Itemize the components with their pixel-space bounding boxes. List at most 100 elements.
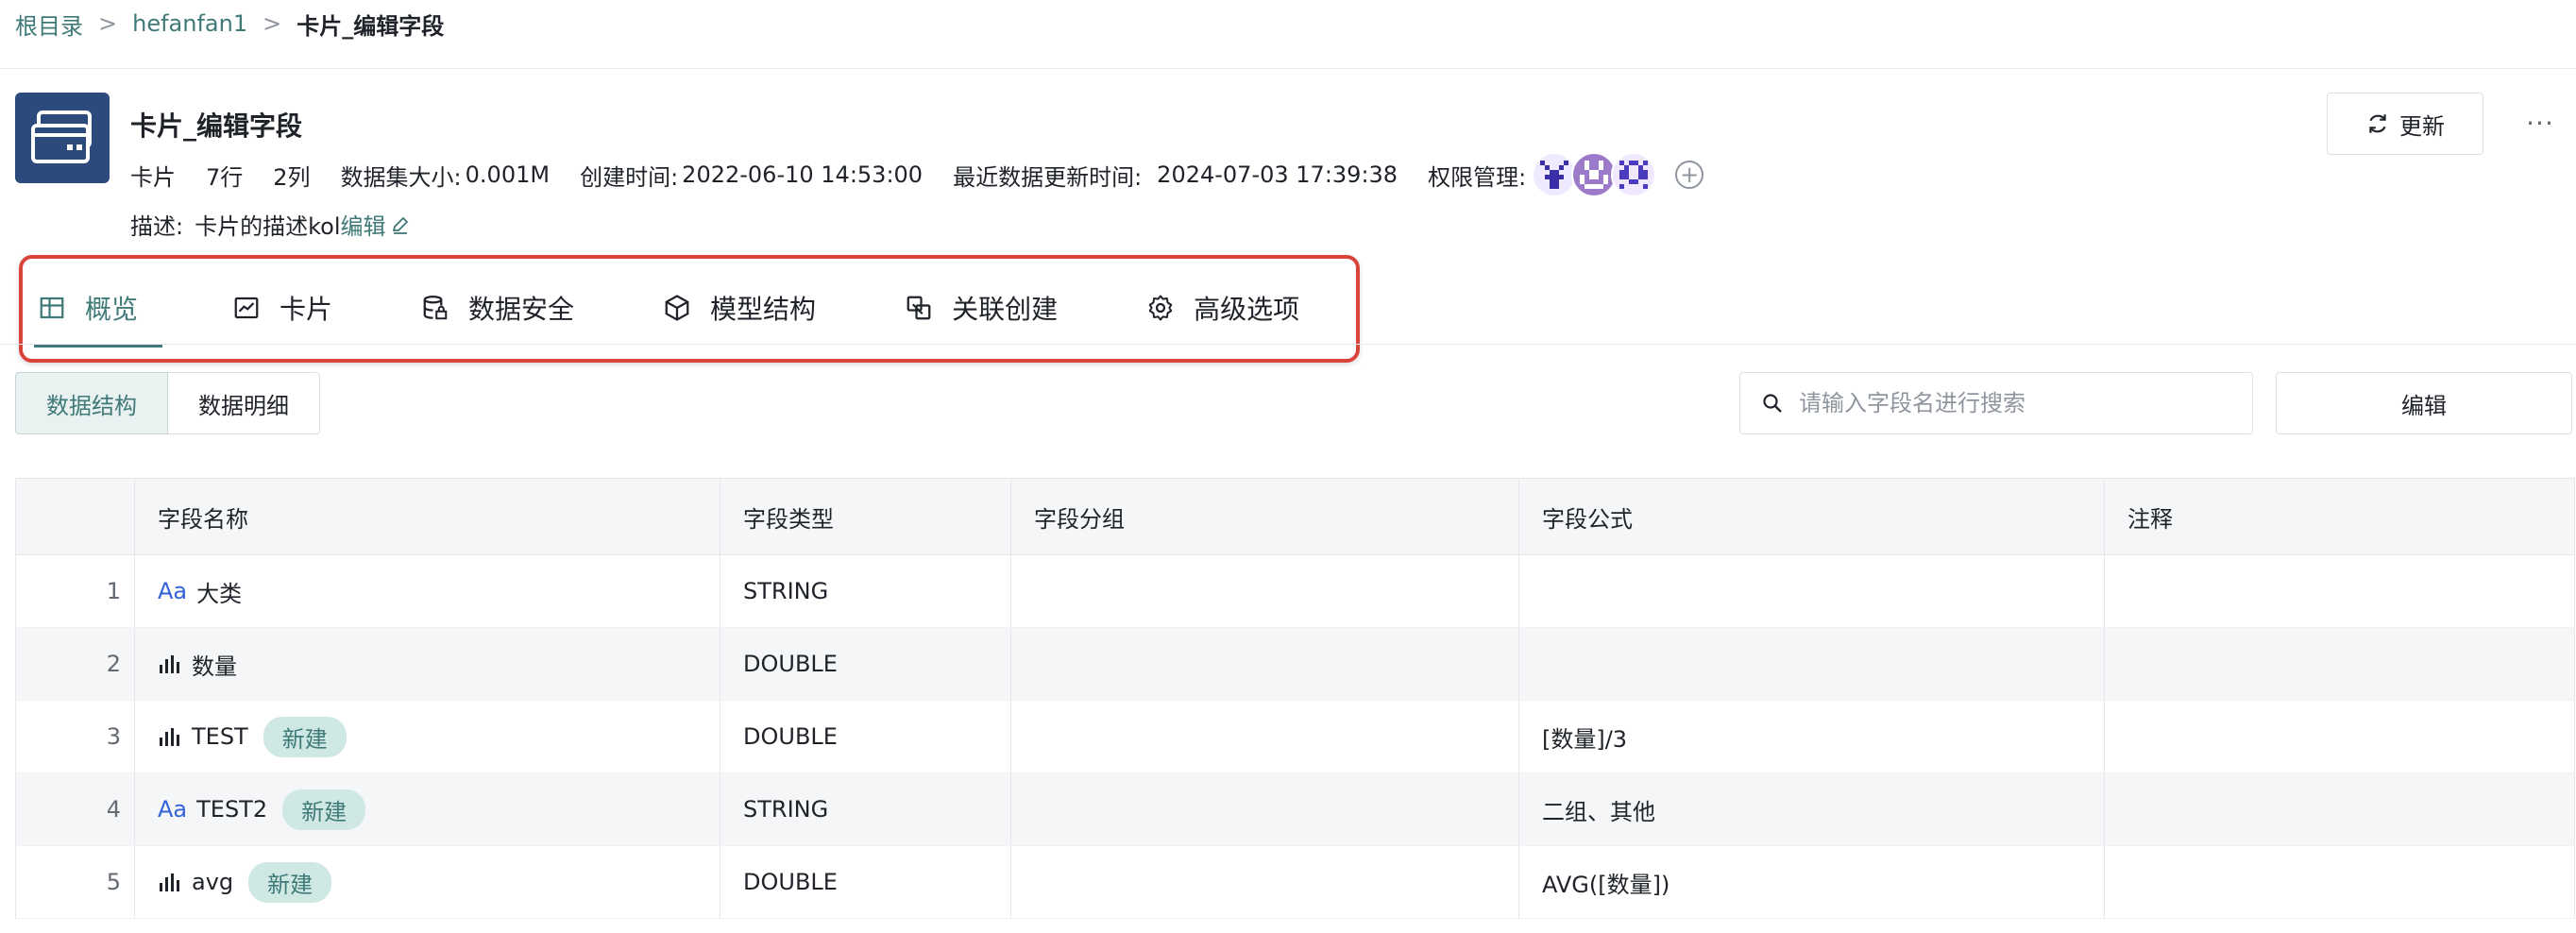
tabs-divider (0, 344, 2576, 345)
breadcrumb: 根目录 > hefanfan1 > 卡片_编辑字段 (15, 8, 444, 40)
field-search-box[interactable] (1739, 372, 2253, 434)
refresh-icon (2369, 114, 2386, 133)
field-note-cell (2104, 845, 2575, 919)
description-edit-link[interactable]: 编辑 (341, 208, 411, 241)
field-note-cell (2104, 627, 2575, 701)
field-formula-cell: AVG([数量]) (1518, 845, 2105, 919)
field-formula-cell: [数量]/3 (1518, 700, 2105, 773)
text-type-icon: Aa (158, 796, 188, 823)
edit-link-label: 编辑 (340, 213, 386, 240)
field-type-cell: DOUBLE (720, 627, 1011, 701)
tab-card[interactable]: 卡片 (232, 280, 332, 336)
field-formula-cell: 二组、其他 (1518, 772, 2105, 846)
table-icon (40, 297, 64, 319)
field-name: 大类 (196, 580, 243, 607)
breadcrumb-root-link[interactable]: 根目录 (15, 8, 83, 41)
dataset-description: 描述: 卡片的描述kol 编辑 (130, 208, 411, 241)
header-field-name: 字段名称 (134, 478, 720, 555)
pencil-icon (392, 216, 408, 234)
meta-created-label: 创建时间: (580, 163, 679, 191)
tab-label: 高级选项 (1194, 294, 1300, 325)
more-options-icon[interactable]: ··· (2521, 104, 2559, 142)
field-type-cell: DOUBLE (720, 700, 1011, 773)
breadcrumb-current: 卡片_编辑字段 (297, 12, 445, 40)
field-type-cell: DOUBLE (720, 845, 1011, 919)
avatar[interactable] (1571, 152, 1618, 197)
row-index: 4 (15, 772, 135, 846)
breadcrumb-separator: > (98, 10, 118, 37)
field-name-cell: Aa TEST2 新建 (134, 772, 720, 846)
table-row[interactable]: 3 TEST 新建 DOUBLE [数量]/3 (15, 700, 2575, 773)
header-field-formula: 字段公式 (1518, 478, 2105, 555)
search-input[interactable] (1797, 389, 2235, 417)
refresh-button[interactable]: 更新 (2327, 93, 2483, 155)
header-note: 注释 (2104, 478, 2575, 555)
new-badge: 新建 (248, 861, 332, 903)
table-header-row: 字段名称 字段类型 字段分组 字段公式 注释 (15, 478, 2575, 555)
field-name-cell: TEST 新建 (134, 700, 720, 773)
tab-data-security[interactable]: 数据安全 (421, 280, 574, 336)
field-note-cell (2104, 554, 2575, 628)
field-note-cell (2104, 772, 2575, 846)
header-divider (0, 68, 2576, 69)
row-index: 1 (15, 554, 135, 628)
link-icon (907, 296, 931, 320)
tab-label: 数据安全 (468, 294, 575, 325)
avatar[interactable] (1532, 152, 1578, 197)
text-type-icon: Aa (158, 578, 188, 604)
field-formula-cell (1518, 627, 2105, 701)
permission-avatars[interactable]: + (1532, 152, 1704, 197)
meta-cols: 2列 (273, 163, 311, 191)
gear-icon (1148, 295, 1173, 321)
field-name: TEST2 (196, 796, 268, 823)
field-type-cell: STRING (720, 772, 1011, 846)
meta-created-value: 2022-06-10 14:53:00 (682, 161, 924, 188)
field-formula-cell (1518, 554, 2105, 628)
meta-size-value: 0.001M (465, 161, 551, 188)
field-note-cell (2104, 700, 2575, 773)
meta-permission-label: 权限管理: (1428, 163, 1527, 191)
view-segmented-control: 数据结构 数据明细 (15, 372, 320, 434)
tab-bar: 概览 卡片 数据安全 模型结构 关联创建 高级选项 (33, 280, 1299, 348)
segment-data-structure[interactable]: 数据结构 (15, 372, 168, 434)
field-name-cell: avg 新建 (134, 845, 720, 919)
table-row[interactable]: 2 数量 DOUBLE (15, 627, 2575, 701)
tab-link-create[interactable]: 关联创建 (905, 280, 1058, 336)
tab-advanced-options[interactable]: 高级选项 (1146, 280, 1299, 336)
header-field-group: 字段分组 (1010, 478, 1519, 555)
field-name: TEST (192, 723, 248, 750)
header-index (15, 478, 135, 555)
segment-data-detail[interactable]: 数据明细 (168, 372, 320, 434)
number-type-icon (160, 655, 179, 673)
database-lock-icon (423, 296, 448, 320)
field-group-cell (1010, 627, 1519, 701)
tab-overview[interactable]: 概览 (33, 280, 163, 348)
tab-label: 卡片 (280, 294, 333, 325)
field-group-cell (1010, 554, 1519, 628)
edit-button[interactable]: 编辑 (2276, 372, 2572, 434)
field-name: avg (192, 869, 234, 895)
meta-updated-value: 2024-07-03 17:39:38 (1157, 161, 1398, 188)
field-type-cell: STRING (720, 554, 1011, 628)
line-chart-icon (234, 297, 259, 319)
field-group-cell (1010, 772, 1519, 846)
search-icon (1763, 394, 1782, 413)
add-member-icon[interactable]: + (1675, 161, 1704, 189)
row-index: 5 (15, 845, 135, 919)
meta-updated-label: 最近数据更新时间: (953, 163, 1143, 191)
tab-model-structure[interactable]: 模型结构 (663, 280, 816, 336)
breadcrumb-folder-link[interactable]: hefanfan1 (132, 10, 247, 37)
field-name-cell: Aa 大类 (134, 554, 720, 628)
field-group-cell (1010, 700, 1519, 773)
field-name: 数量 (192, 653, 237, 680)
table-row[interactable]: 4 Aa TEST2 新建 STRING 二组、其他 (15, 772, 2575, 846)
description-text: 卡片的描述kol (195, 213, 341, 240)
avatar[interactable] (1611, 152, 1657, 197)
row-index: 3 (15, 700, 135, 773)
dataset-title: 卡片_编辑字段 (130, 110, 303, 142)
table-row[interactable]: 1 Aa 大类 STRING (15, 554, 2575, 628)
meta-size-label: 数据集大小: (340, 163, 462, 191)
number-type-icon (160, 728, 179, 746)
table-row[interactable]: 5 avg 新建 DOUBLE AVG([数量]) (15, 845, 2575, 919)
field-group-cell (1010, 845, 1519, 919)
